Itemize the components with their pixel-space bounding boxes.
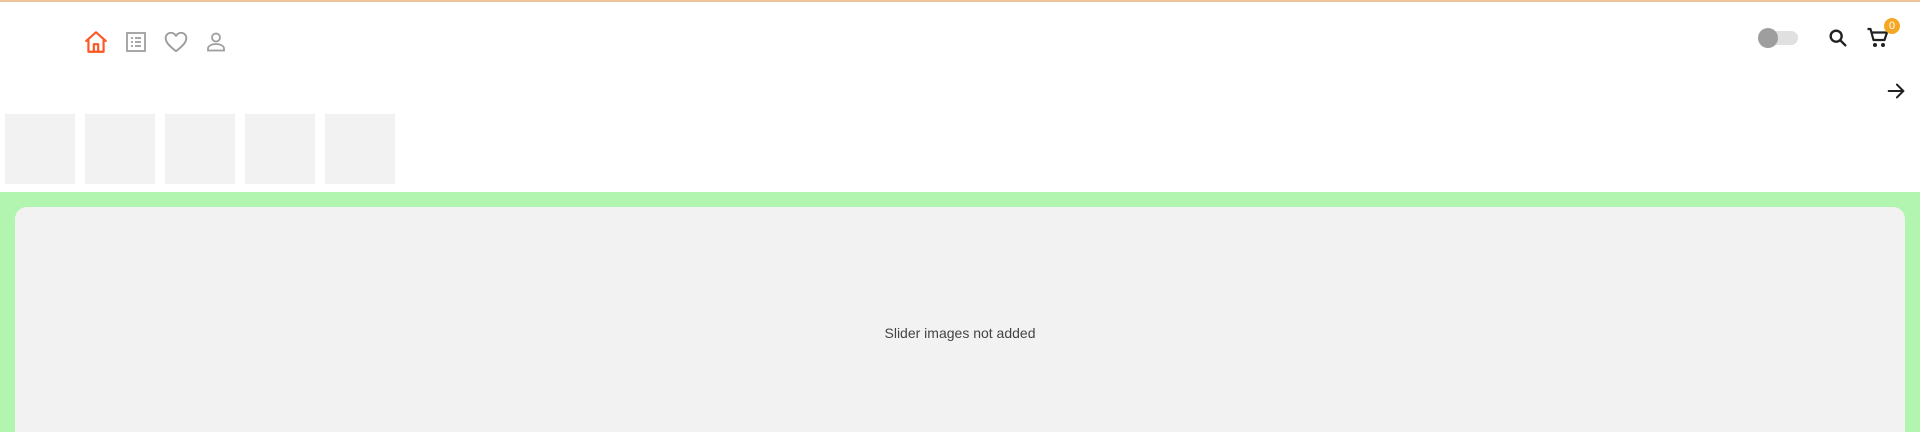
theme-toggle[interactable] [1758, 28, 1798, 48]
slider-placeholder: Slider images not added [15, 207, 1905, 432]
user-icon[interactable] [200, 26, 232, 58]
main-nav [80, 26, 240, 58]
category-tile[interactable] [85, 114, 155, 184]
header: 0 [0, 2, 1920, 78]
category-strip [5, 114, 405, 184]
toggle-knob [1758, 28, 1778, 48]
category-tile[interactable] [5, 114, 75, 184]
page: 0 Slider images not added [0, 0, 1920, 432]
search-icon[interactable] [1824, 24, 1852, 52]
category-tile[interactable] [165, 114, 235, 184]
header-actions: 0 [1758, 18, 1900, 52]
slider-section: Slider images not added [0, 192, 1920, 432]
cart-count-badge: 0 [1884, 18, 1900, 34]
heart-icon[interactable] [160, 26, 192, 58]
home-icon[interactable] [80, 26, 112, 58]
arrow-right-icon[interactable] [1882, 78, 1910, 104]
category-tile[interactable] [325, 114, 395, 184]
cart-button[interactable]: 0 [1864, 18, 1900, 52]
category-tile[interactable] [245, 114, 315, 184]
catalog-list-icon[interactable] [120, 26, 152, 58]
slider-empty-message: Slider images not added [884, 325, 1036, 341]
